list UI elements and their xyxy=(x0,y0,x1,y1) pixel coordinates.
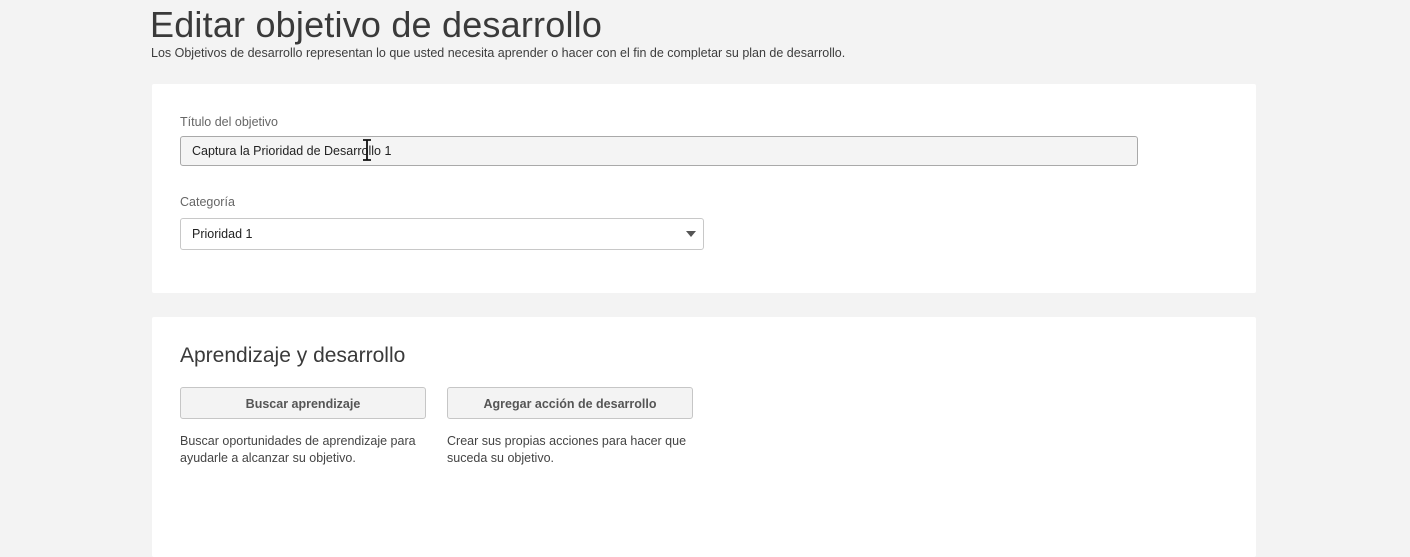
page-title: Editar objetivo de desarrollo xyxy=(150,4,603,45)
add-development-action-button[interactable]: Agregar acción de desarrollo xyxy=(447,387,693,419)
category-label: Categoría xyxy=(180,195,235,209)
search-learning-button[interactable]: Buscar aprendizaje xyxy=(180,387,426,419)
section-title: Aprendizaje y desarrollo xyxy=(180,344,406,367)
category-select[interactable]: Prioridad 1 xyxy=(180,218,704,250)
goal-title-input[interactable] xyxy=(180,136,1138,166)
text-cursor-icon xyxy=(363,139,371,161)
goal-details-card: Título del objetivo Categoría Prioridad … xyxy=(152,84,1256,293)
goal-title-label: Título del objetivo xyxy=(180,115,278,129)
search-learning-help: Buscar oportunidades de aprendizaje para… xyxy=(180,434,416,465)
add-development-action-help: Crear sus propias acciones para hacer qu… xyxy=(447,434,687,465)
chevron-down-icon[interactable] xyxy=(686,231,696,237)
page-subtitle: Los Objetivos de desarrollo representan … xyxy=(151,46,846,60)
learning-development-card: Aprendizaje y desarrollo Buscar aprendiz… xyxy=(152,317,1256,557)
category-selected-value: Prioridad 1 xyxy=(192,227,253,241)
